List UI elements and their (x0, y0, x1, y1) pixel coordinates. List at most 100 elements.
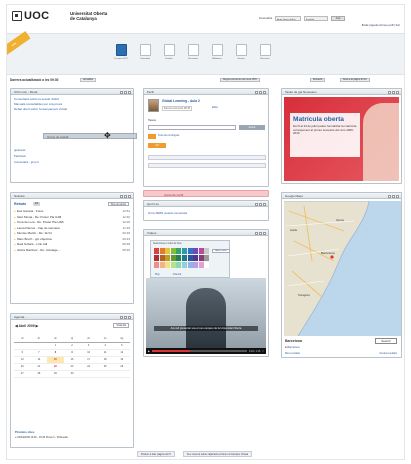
color-swatch[interactable] (204, 262, 210, 268)
widget-header[interactable]: Vídeos (144, 230, 268, 236)
color-swatch[interactable] (204, 248, 210, 254)
rss-filter[interactable]: Tots els rebuts (107, 201, 129, 206)
maximize-icon[interactable] (392, 194, 395, 198)
close-icon[interactable] (128, 315, 131, 319)
map-result[interactable]: ■ Barcelona (285, 346, 299, 349)
color-swatch[interactable] (176, 255, 182, 261)
close-icon[interactable] (396, 90, 399, 94)
profile-change-bar[interactable]: Canvi de perfil (143, 190, 269, 197)
calendar-day[interactable]: 5 (113, 343, 131, 350)
calendar-day[interactable]: 28 (30, 371, 48, 378)
nav-recursos[interactable]: Recursos (257, 44, 273, 60)
language-select[interactable]: Español (304, 16, 329, 21)
maximize-icon[interactable] (259, 90, 262, 94)
maximize-icon[interactable] (124, 315, 127, 319)
profile-name[interactable]: Global Learning - Aula 2 (162, 99, 200, 103)
color-swatch[interactable] (198, 248, 204, 254)
widget-controls[interactable] (255, 90, 266, 94)
color-swatch[interactable] (165, 255, 171, 261)
calendar-day[interactable]: 15 (47, 357, 64, 364)
go-button[interactable]: Anar (331, 16, 346, 21)
group-item[interactable]: Comentaris - grup 3 (14, 159, 132, 165)
nav-secretaria[interactable]: Secretaria (185, 44, 201, 60)
color-swatch[interactable] (198, 262, 204, 268)
nav-comunitat[interactable]: Comunitat (137, 44, 153, 60)
calendar-day[interactable]: 1 (47, 343, 64, 350)
next-month-icon[interactable]: ▶ (35, 324, 39, 328)
close-icon[interactable] (263, 231, 266, 235)
calendar-day[interactable]: 22 (47, 364, 64, 371)
calendar-day[interactable]: 25 (96, 364, 114, 371)
add-widget-button[interactable]: Afegeix elements a la meva UOC (220, 77, 260, 82)
color-swatch[interactable] (170, 255, 176, 261)
color-swatch[interactable] (154, 248, 159, 254)
maximize-icon[interactable] (124, 194, 127, 198)
color-swatch[interactable] (159, 262, 165, 268)
widget-controls[interactable] (255, 202, 266, 206)
widget-controls[interactable] (255, 231, 266, 235)
close-icon[interactable] (263, 202, 266, 206)
minimize-icon[interactable] (388, 90, 391, 94)
close-icon[interactable] (263, 90, 266, 94)
color-swatch[interactable] (182, 262, 187, 268)
avatar[interactable] (148, 99, 159, 112)
map-search-button[interactable]: Search (375, 338, 397, 344)
rss-row[interactable]: Glòria Martínez - Re: missatge ... 08:36 (11, 248, 133, 254)
widget-header[interactable]: Google Maps (282, 193, 401, 199)
calendar-day[interactable]: 2 (63, 343, 81, 350)
color-swatch[interactable] (154, 255, 159, 261)
notice-banner[interactable]: Matrícula oberta Del 9 al 23 de juliol p… (284, 97, 399, 181)
calendar-day[interactable]: 6 (14, 350, 31, 357)
header-links[interactable]: Bústia | Agenda | El meu perfil | Surt (362, 24, 400, 27)
drag-ghost[interactable]: Grups de treball (43, 133, 137, 139)
color-swatch[interactable] (182, 248, 187, 254)
minimize-icon[interactable] (120, 315, 123, 319)
apply-color-button[interactable]: Aplica color (212, 249, 230, 253)
minimize-icon[interactable] (255, 202, 258, 206)
more-results-link[interactable]: Més resultats (285, 352, 300, 355)
calendar-day[interactable]: 30 (63, 371, 81, 378)
footer-link-left[interactable]: Podem a baix página inici? (137, 451, 175, 457)
close-icon[interactable] (128, 194, 131, 198)
color-swatch[interactable] (159, 248, 165, 254)
calendar-day[interactable]: 10 (80, 350, 97, 357)
content-filter[interactable]: Tots els continguts (158, 134, 179, 137)
calendar-day[interactable]: 23 (63, 364, 81, 371)
user-field[interactable]: Anna Garcia Sabin (275, 16, 302, 21)
calendar-day[interactable]: 11 (96, 350, 114, 357)
color-swatch[interactable] (204, 255, 210, 261)
color-swatch[interactable] (187, 255, 193, 261)
color-swatch[interactable] (182, 255, 187, 261)
calendar-day[interactable]: 8 (47, 350, 64, 357)
widget-header[interactable]: Qui hi és (144, 201, 268, 207)
play-icon[interactable]: ▶ (148, 350, 150, 353)
minimize-icon[interactable] (255, 90, 258, 94)
calendar-day[interactable]: 20 (14, 364, 31, 371)
edit-profile-link[interactable]: Edita (212, 106, 218, 109)
color-swatch[interactable] (176, 262, 182, 268)
personalize-link[interactable]: Personalitza (259, 17, 272, 20)
calendar-day[interactable]: 18 (96, 357, 114, 364)
color-swatch[interactable] (165, 262, 171, 268)
color-swatch[interactable] (187, 262, 193, 268)
close-icon[interactable] (128, 90, 131, 94)
save-home-button[interactable]: Desa a la pàgina d'inici (340, 77, 370, 82)
maximize-icon[interactable] (392, 90, 395, 94)
minimize-icon[interactable] (120, 90, 123, 94)
widget-controls[interactable] (120, 194, 131, 198)
color-swatch[interactable] (176, 248, 182, 254)
calendar-day[interactable]: 7 (30, 350, 48, 357)
widget-controls[interactable] (120, 315, 131, 319)
map-search-input[interactable]: Barcelona (285, 339, 302, 343)
color-swatch[interactable] (193, 262, 199, 268)
minimize-icon[interactable] (255, 231, 258, 235)
maximize-icon[interactable] (259, 202, 262, 206)
video-player[interactable]: Ara vull presentar-vos el nou campus de … (146, 278, 266, 354)
seek-bar[interactable] (151, 350, 247, 352)
calendar-day[interactable]: 19 (113, 357, 131, 364)
color-swatch[interactable] (170, 248, 176, 254)
map-view[interactable]: Barcelona Girona Lleida Tarragona (284, 201, 401, 336)
color-swatch[interactable] (154, 262, 159, 268)
rss-tab[interactable]: Rebuts (14, 202, 26, 206)
list-item[interactable]: Debat obert sobre l'ensenyament virtual (11, 107, 133, 112)
